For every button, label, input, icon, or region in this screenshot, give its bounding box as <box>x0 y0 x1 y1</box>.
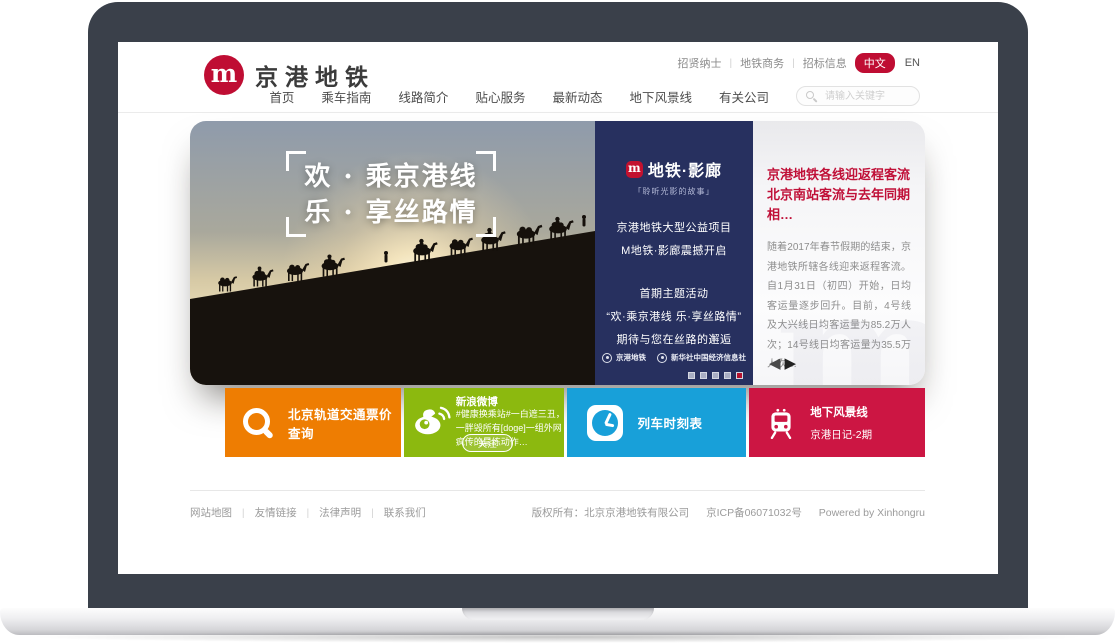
footer-legal: 版权所有：北京京港地铁有限公司 京ICP备06071032号 Powered b… <box>518 505 925 520</box>
news-title-link[interactable]: 京港地铁各线迎返程客流 北京南站客流与去年同期相… <box>767 165 911 225</box>
hero-title: 欢 · 乘京港线 乐 · 享丝路情 <box>286 159 496 231</box>
copyright-text: 版权所有：北京京港地铁有限公司 <box>532 507 690 519</box>
search-box[interactable] <box>796 86 920 106</box>
promo-line4: “欢·乘京港线 乐·享丝路情” <box>595 306 753 329</box>
tile-weibo[interactable]: 新浪微博 #健康换乘站#一白遮三丑，一胖毁所有[doge]一组外网疯传的晨练动作… <box>404 388 564 457</box>
logo-m-icon: m <box>204 55 244 95</box>
weibo-icon <box>413 404 451 436</box>
separator: | <box>730 58 733 69</box>
tile-scenic-title: 地下风景线 <box>810 404 872 420</box>
nav-item-lines[interactable]: 线路简介 <box>398 87 448 106</box>
main-nav: 首页 乘车指南 线路简介 贴心服务 最新动态 地下风景线 有关公司 <box>269 86 920 106</box>
topbar-link-recruit[interactable]: 招贤纳士 <box>678 55 722 71</box>
nav-item-news[interactable]: 最新动态 <box>552 87 602 106</box>
tile-scenic-line[interactable]: 地下风景线 京港日记-2期 <box>749 388 925 457</box>
promo-line1: 京港地铁大型公益项目 <box>595 217 753 240</box>
weibo-title: 新浪微博 <box>456 394 498 409</box>
promo-partners: 京港地铁 新华社中国经济信息社 <box>595 352 753 363</box>
weibo-follow-button[interactable]: 关注 <box>462 434 513 452</box>
metro-gallery-m-icon: m <box>626 161 643 178</box>
hero-slide[interactable]: 欢 · 乘京港线 乐 · 享丝路情 <box>190 121 595 385</box>
footer-link-legal[interactable]: 法律声明 <box>319 507 361 519</box>
promo-brand-name: 地铁·影廊 <box>648 157 722 181</box>
separator: | <box>371 507 374 519</box>
laptop-screen: m 京港地铁 招贤纳士 | 地铁商务 | 招标信息 中文 EN 首页 乘车指南 … <box>118 42 998 574</box>
hero-title-line2: 乐 · 享丝路情 <box>286 195 496 231</box>
pagination-dot-2[interactable] <box>700 372 707 379</box>
tile-fare-inquiry[interactable]: 北京轨道交通票价查询 <box>225 388 401 457</box>
separator: | <box>242 507 245 519</box>
search-input[interactable] <box>823 90 910 103</box>
lang-en-link[interactable]: EN <box>905 57 920 69</box>
site-header: m 京港地铁 招贤纳士 | 地铁商务 | 招标信息 中文 EN 首页 乘车指南 … <box>118 42 998 113</box>
footer-link-contact[interactable]: 联系我们 <box>384 507 426 519</box>
tile-timetable[interactable]: 列车时刻表 <box>567 388 747 457</box>
site-footer: 网站地图 | 友情链接 | 法律声明 | 联系我们 版权所有：北京京港地铁有限公… <box>190 490 925 520</box>
mtr-logo-icon <box>602 353 612 363</box>
search-icon <box>806 91 817 102</box>
nav-item-services[interactable]: 贴心服务 <box>475 87 525 106</box>
hero-bracket-frame: 欢 · 乘京港线 乐 · 享丝路情 <box>286 151 496 237</box>
topbar-link-business[interactable]: 地铁商务 <box>740 55 784 71</box>
watermark-m-icon: m <box>775 267 925 385</box>
train-icon <box>765 407 797 439</box>
pagination-dot-3[interactable] <box>712 372 719 379</box>
tile-scenic-text: 地下风景线 京港日记-2期 <box>810 404 872 442</box>
promo-line5: 期待与您在丝路的邂逅 <box>595 329 753 352</box>
partner-mtr-label: 京港地铁 <box>616 352 646 363</box>
promo-brand-slogan: 「聆听光影的故事」 <box>595 186 753 197</box>
nav-item-scenic-line[interactable]: 地下风景线 <box>629 87 692 106</box>
laptop-bezel: m 京港地铁 招贤纳士 | 地铁商务 | 招标信息 中文 EN 首页 乘车指南 … <box>88 2 1028 608</box>
promo-brand: m 地铁·影廊 <box>595 157 753 181</box>
news-panel: m 京港地铁各线迎返程客流 北京南站客流与去年同期相… 随着2017年春节假期的… <box>753 121 925 385</box>
carousel-pagination <box>688 372 743 379</box>
separator: | <box>792 58 795 69</box>
lang-zh-badge[interactable]: 中文 <box>855 53 895 73</box>
topbar-links: 招贤纳士 | 地铁商务 | 招标信息 中文 EN <box>678 53 921 73</box>
carousel-next-icon[interactable]: ▶ <box>785 356 797 371</box>
promo-text-group2: 首期主题活动 “欢·乘京港线 乐·享丝路情” 期待与您在丝路的邂逅 <box>595 283 753 352</box>
magnifier-icon <box>241 406 275 440</box>
partner-xinhua: 新华社中国经济信息社 <box>657 352 746 363</box>
pagination-dot-5-active[interactable] <box>736 372 743 379</box>
promo-line3: 首期主题活动 <box>595 283 753 306</box>
footer-links: 网站地图 | 友情链接 | 法律声明 | 联系我们 <box>190 505 433 520</box>
nav-item-about[interactable]: 有关公司 <box>719 87 769 106</box>
tile-fare-label: 北京轨道交通票价查询 <box>288 404 401 442</box>
promo-line2: M地铁·影廊震撼开启 <box>595 240 753 263</box>
laptop-base-notch <box>462 608 654 620</box>
main-content: 欢 · 乘京港线 乐 · 享丝路情 m 地铁·影廊 「聆听光影的故事」 京港地铁… <box>190 121 925 457</box>
nav-item-ride-guide[interactable]: 乘车指南 <box>321 87 371 106</box>
tile-scenic-subtitle: 京港日记-2期 <box>810 427 872 442</box>
powered-by: Powered by Xinhongru <box>819 507 925 519</box>
promo-text-group1: 京港地铁大型公益项目 M地铁·影廊震撼开启 <box>595 217 753 263</box>
clock-icon <box>587 405 623 441</box>
footer-link-sitemap[interactable]: 网站地图 <box>190 507 232 519</box>
quick-tiles: 北京轨道交通票价查询 新浪微博 #健康换乘站#一白遮三丑，一胖毁所有[doge]… <box>225 388 925 457</box>
hero-title-line1: 欢 · 乘京港线 <box>286 159 496 195</box>
icp-number: 京ICP备06071032号 <box>706 507 802 519</box>
tile-timetable-label: 列车时刻表 <box>638 413 703 432</box>
partner-mtr: 京港地铁 <box>602 352 646 363</box>
separator: | <box>307 507 310 519</box>
partner-xinhua-label: 新华社中国经济信息社 <box>671 352 746 363</box>
hero-banner: 欢 · 乘京港线 乐 · 享丝路情 m 地铁·影廊 「聆听光影的故事」 京港地铁… <box>190 121 925 385</box>
xinhua-logo-icon <box>657 353 667 363</box>
pagination-dot-1[interactable] <box>688 372 695 379</box>
pagination-dot-4[interactable] <box>724 372 731 379</box>
laptop-base <box>0 608 1115 635</box>
carousel-arrows: ◀ ▶ <box>769 356 796 371</box>
promo-panel[interactable]: m 地铁·影廊 「聆听光影的故事」 京港地铁大型公益项目 M地铁·影廊震撼开启 … <box>595 121 753 385</box>
nav-item-home[interactable]: 首页 <box>269 87 294 106</box>
carousel-prev-icon[interactable]: ◀ <box>769 356 781 371</box>
footer-link-friends[interactable]: 友情链接 <box>255 507 297 519</box>
topbar-link-bidding[interactable]: 招标信息 <box>803 55 847 71</box>
